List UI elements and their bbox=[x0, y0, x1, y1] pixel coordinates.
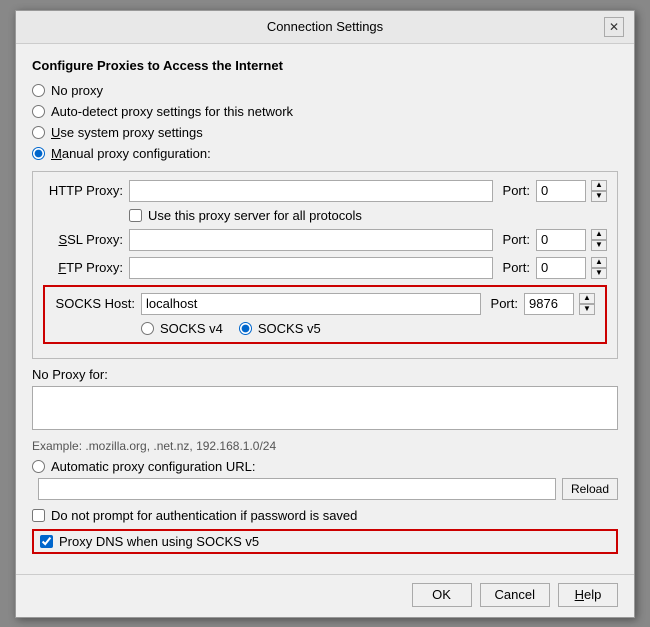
socks5-option[interactable]: SOCKS v5 bbox=[239, 321, 321, 336]
http-proxy-row: HTTP Proxy: Port: ▲ ▼ bbox=[43, 180, 607, 202]
ssl-proxy-input[interactable] bbox=[129, 229, 493, 251]
manual-proxy-section: HTTP Proxy: Port: ▲ ▼ Use this proxy ser… bbox=[32, 171, 618, 359]
ftp-proxy-input[interactable] bbox=[129, 257, 493, 279]
bottom-checkboxes: Do not prompt for authentication if pass… bbox=[32, 508, 618, 554]
system-proxy-label[interactable]: Use system proxy settings bbox=[51, 125, 203, 140]
socks4-label[interactable]: SOCKS v4 bbox=[160, 321, 223, 336]
no-proxy-section: No Proxy for: bbox=[32, 367, 618, 433]
ssl-proxy-label: SSL Proxy: bbox=[43, 232, 123, 247]
http-port-spinner[interactable]: ▲ ▼ bbox=[591, 180, 607, 202]
ssl-port-input[interactable] bbox=[536, 229, 586, 251]
auto-proxy-section: Automatic proxy configuration URL: Reloa… bbox=[32, 459, 618, 500]
auto-proxy-option-row[interactable]: Automatic proxy configuration URL: bbox=[32, 459, 618, 474]
ftp-proxy-row: FTP Proxy: Port: ▲ ▼ bbox=[43, 257, 607, 279]
auto-proxy-radio[interactable] bbox=[32, 460, 45, 473]
manual-proxy-label[interactable]: Manual proxy configuration: bbox=[51, 146, 211, 161]
auto-proxy-url-input[interactable] bbox=[38, 478, 556, 500]
http-proxy-input[interactable] bbox=[129, 180, 493, 202]
auto-detect-radio[interactable] bbox=[32, 105, 45, 118]
no-proxy-radio[interactable] bbox=[32, 84, 45, 97]
system-proxy-option[interactable]: Use system proxy settings bbox=[32, 125, 618, 140]
auto-detect-label[interactable]: Auto-detect proxy settings for this netw… bbox=[51, 104, 293, 119]
proxy-dns-highlight: Proxy DNS when using SOCKS v5 bbox=[32, 529, 618, 554]
ssl-port-spinner[interactable]: ▲ ▼ bbox=[591, 229, 607, 251]
socks-port-input[interactable] bbox=[524, 293, 574, 315]
help-button[interactable]: Help bbox=[558, 583, 618, 607]
socks-host-row: SOCKS Host: Port: ▲ ▼ bbox=[55, 293, 595, 315]
http-proxy-label: HTTP Proxy: bbox=[43, 183, 123, 198]
socks5-radio[interactable] bbox=[239, 322, 252, 335]
title-bar: Connection Settings ✕ bbox=[16, 11, 634, 44]
socks-port-up[interactable]: ▲ bbox=[579, 293, 595, 304]
example-text: Example: .mozilla.org, .net.nz, 192.168.… bbox=[32, 439, 618, 453]
socks-port-label: Port: bbox=[491, 296, 518, 311]
proxy-options-group: No proxy Auto-detect proxy settings for … bbox=[32, 83, 618, 161]
reload-button[interactable]: Reload bbox=[562, 478, 618, 500]
auto-proxy-label[interactable]: Automatic proxy configuration URL: bbox=[51, 459, 255, 474]
all-protocols-checkbox[interactable] bbox=[129, 209, 142, 222]
manual-proxy-option[interactable]: Manual proxy configuration: bbox=[32, 146, 618, 161]
no-proxy-label[interactable]: No proxy bbox=[51, 83, 103, 98]
connection-settings-dialog: Connection Settings ✕ Configure Proxies … bbox=[15, 10, 635, 618]
socks-host-input[interactable] bbox=[141, 293, 481, 315]
socks-version-row: SOCKS v4 SOCKS v5 bbox=[55, 321, 595, 336]
all-protocols-row[interactable]: Use this proxy server for all protocols bbox=[43, 208, 607, 223]
no-auth-prompt-label[interactable]: Do not prompt for authentication if pass… bbox=[51, 508, 357, 523]
http-port-up[interactable]: ▲ bbox=[591, 180, 607, 191]
socks-port-down[interactable]: ▼ bbox=[579, 304, 595, 315]
ssl-port-up[interactable]: ▲ bbox=[591, 229, 607, 240]
socks-section: SOCKS Host: Port: ▲ ▼ SOCKS v4 bbox=[43, 285, 607, 344]
http-port-label: Port: bbox=[503, 183, 530, 198]
ftp-port-spinner[interactable]: ▲ ▼ bbox=[591, 257, 607, 279]
socks4-option[interactable]: SOCKS v4 bbox=[141, 321, 223, 336]
dialog-title: Connection Settings bbox=[46, 19, 604, 34]
no-auth-prompt-row[interactable]: Do not prompt for authentication if pass… bbox=[32, 508, 618, 523]
dialog-content: Configure Proxies to Access the Internet… bbox=[16, 44, 634, 574]
manual-proxy-radio[interactable] bbox=[32, 147, 45, 160]
button-bar: OK Cancel Help bbox=[16, 574, 634, 617]
ssl-proxy-row: SSL Proxy: Port: ▲ ▼ bbox=[43, 229, 607, 251]
all-protocols-label[interactable]: Use this proxy server for all protocols bbox=[148, 208, 362, 223]
ftp-port-up[interactable]: ▲ bbox=[591, 257, 607, 268]
socks5-label[interactable]: SOCKS v5 bbox=[258, 321, 321, 336]
no-proxy-for-label: No Proxy for: bbox=[32, 367, 618, 382]
ftp-proxy-label: FTP Proxy: bbox=[43, 260, 123, 275]
ftp-port-down[interactable]: ▼ bbox=[591, 268, 607, 279]
proxy-dns-label[interactable]: Proxy DNS when using SOCKS v5 bbox=[59, 534, 259, 549]
ftp-port-input[interactable] bbox=[536, 257, 586, 279]
ssl-port-label: Port: bbox=[503, 232, 530, 247]
http-port-input[interactable] bbox=[536, 180, 586, 202]
cancel-button[interactable]: Cancel bbox=[480, 583, 550, 607]
ok-button[interactable]: OK bbox=[412, 583, 472, 607]
section-heading: Configure Proxies to Access the Internet bbox=[32, 58, 618, 73]
close-button[interactable]: ✕ bbox=[604, 17, 624, 37]
system-proxy-radio[interactable] bbox=[32, 126, 45, 139]
socks4-radio[interactable] bbox=[141, 322, 154, 335]
auto-detect-option[interactable]: Auto-detect proxy settings for this netw… bbox=[32, 104, 618, 119]
socks-port-spinner[interactable]: ▲ ▼ bbox=[579, 293, 595, 315]
ssl-port-down[interactable]: ▼ bbox=[591, 240, 607, 251]
auto-proxy-url-row: Reload bbox=[32, 478, 618, 500]
no-proxy-textarea[interactable] bbox=[32, 386, 618, 430]
socks-host-label: SOCKS Host: bbox=[55, 296, 135, 311]
proxy-dns-checkbox[interactable] bbox=[40, 535, 53, 548]
ftp-port-label: Port: bbox=[503, 260, 530, 275]
no-auth-prompt-checkbox[interactable] bbox=[32, 509, 45, 522]
no-proxy-option[interactable]: No proxy bbox=[32, 83, 618, 98]
http-port-down[interactable]: ▼ bbox=[591, 191, 607, 202]
